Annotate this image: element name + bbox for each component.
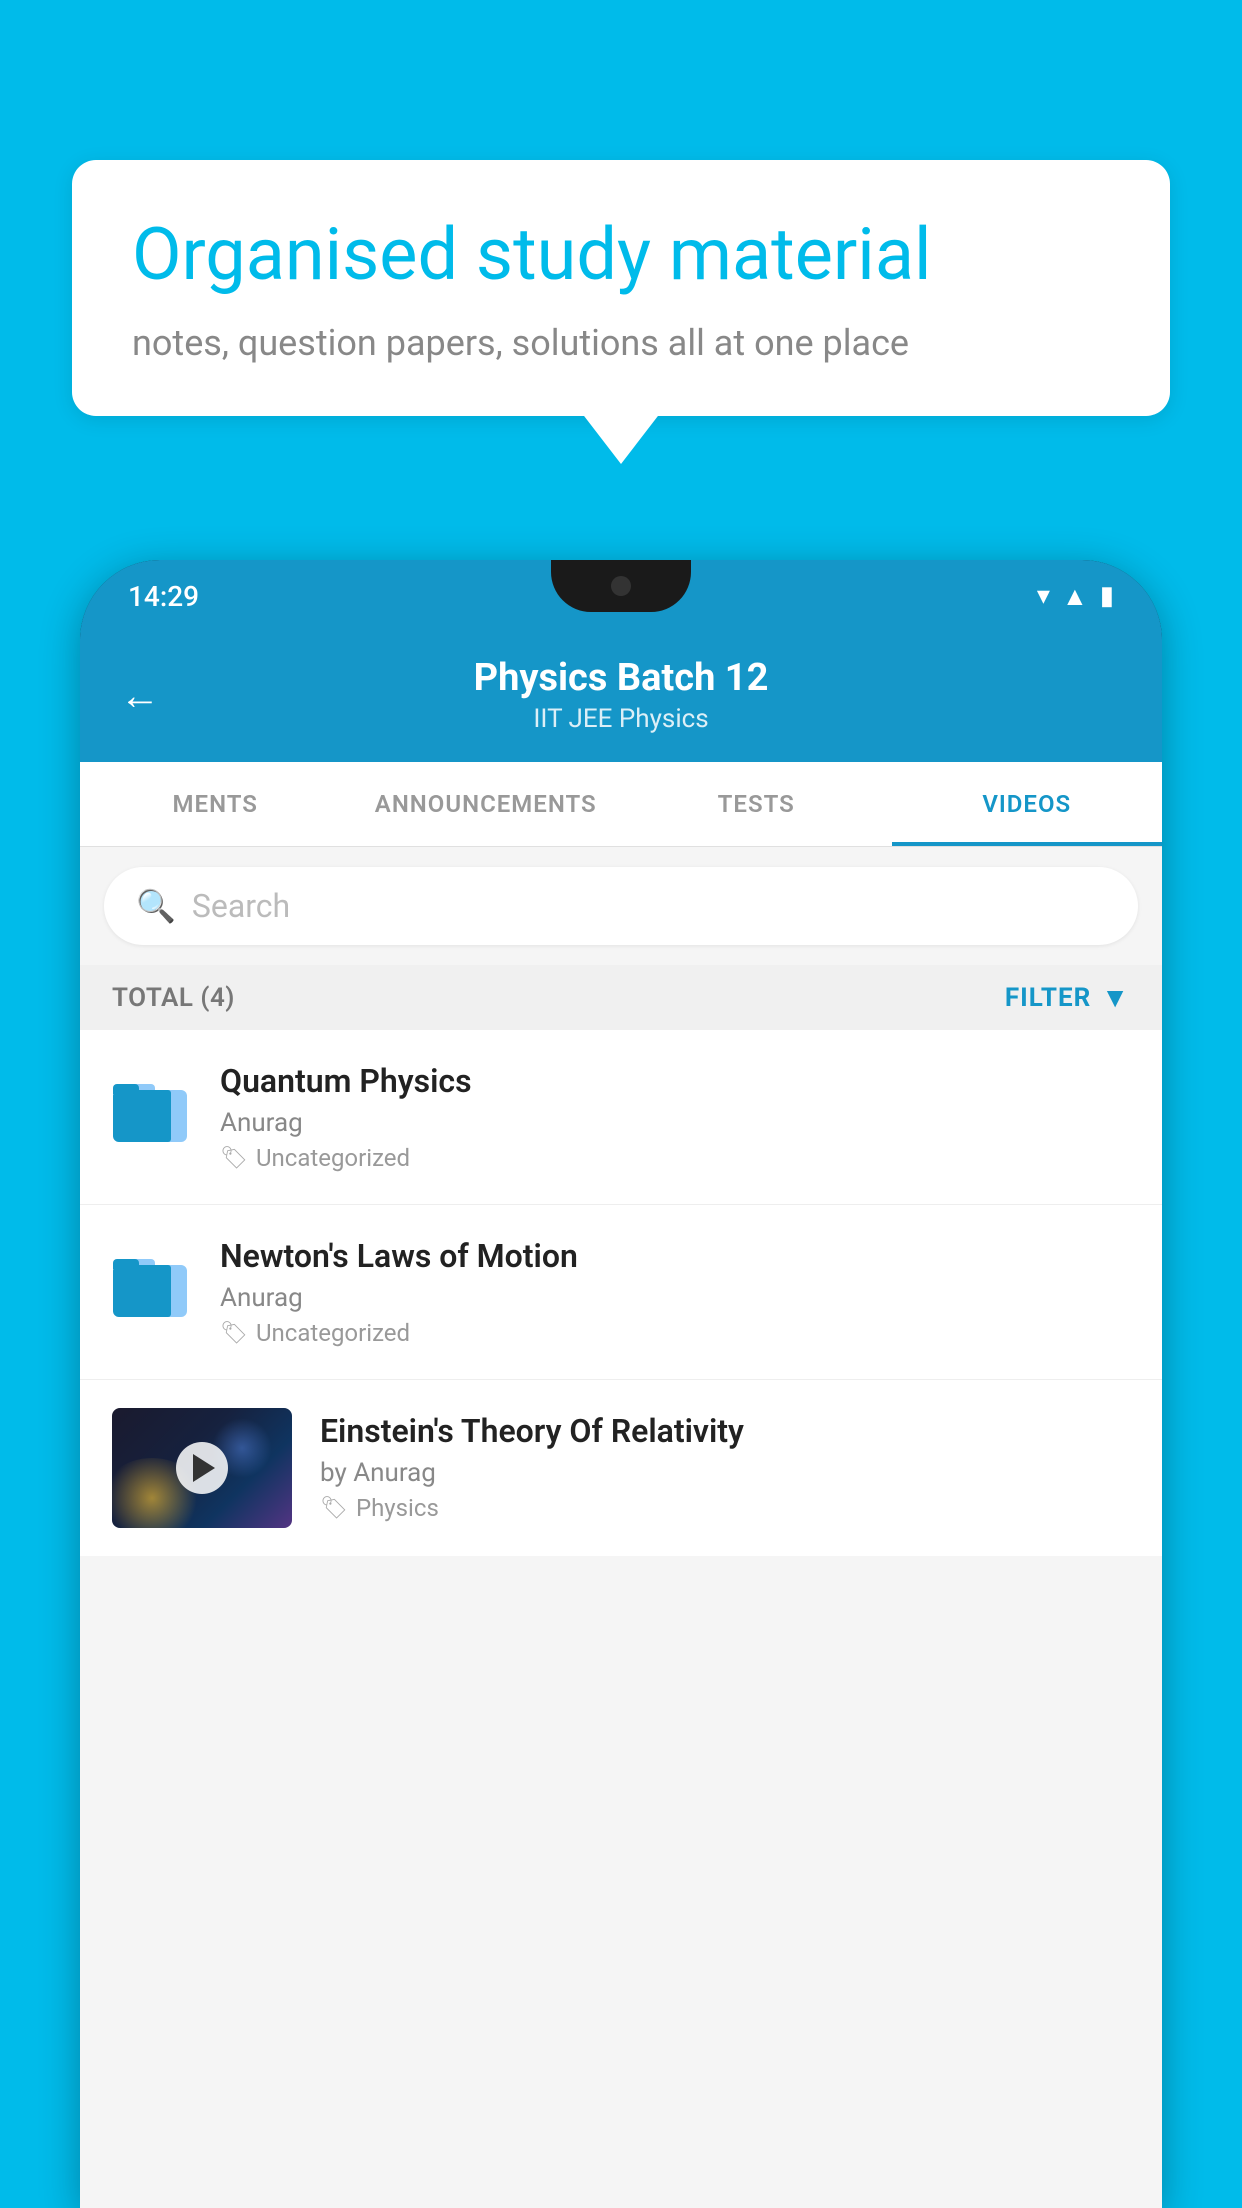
list-item[interactable]: Quantum Physics Anurag 🏷 Uncategorized	[80, 1030, 1162, 1205]
video-info-newton: Newton's Laws of Motion Anurag 🏷 Uncateg…	[220, 1237, 1130, 1347]
wifi-icon: ▾	[1037, 581, 1050, 611]
tag-icon: 🏷	[220, 1321, 248, 1346]
video-title: Einstein's Theory Of Relativity	[320, 1412, 1130, 1450]
video-tag: 🏷 Uncategorized	[220, 1144, 1130, 1172]
header-title-area: Physics Batch 12 IIT JEE Physics	[192, 656, 1050, 734]
video-author: Anurag	[220, 1283, 1130, 1313]
filter-button[interactable]: FILTER ▼	[1005, 981, 1130, 1014]
tab-bar: MENTS ANNOUNCEMENTS TESTS VIDEOS	[80, 762, 1162, 847]
video-list: Quantum Physics Anurag 🏷 Uncategorized	[80, 1030, 1162, 1556]
camera	[611, 576, 631, 596]
video-author: Anurag	[220, 1108, 1130, 1138]
search-bar[interactable]: 🔍 Search	[104, 867, 1138, 945]
phone-content: 🔍 Search TOTAL (4) FILTER ▼	[80, 847, 1162, 2208]
play-triangle-icon	[193, 1454, 215, 1482]
tab-ments[interactable]: MENTS	[80, 762, 351, 846]
folder-icon-newton	[112, 1241, 192, 1321]
video-tag: 🏷 Physics	[320, 1494, 1130, 1522]
video-author: by Anurag	[320, 1458, 1130, 1488]
status-bar: 14:29 ▾ ▲ ▮	[80, 560, 1162, 632]
filter-label: FILTER	[1005, 983, 1091, 1013]
phone-notch	[551, 560, 691, 612]
tab-tests[interactable]: TESTS	[621, 762, 892, 846]
header-subtitle: IIT JEE Physics	[192, 704, 1050, 734]
speech-bubble: Organised study material notes, question…	[72, 160, 1170, 416]
video-info-einstein: Einstein's Theory Of Relativity by Anura…	[320, 1408, 1130, 1522]
filter-icon: ▼	[1101, 981, 1130, 1014]
video-tag: 🏷 Uncategorized	[220, 1319, 1130, 1347]
bubble-title: Organised study material	[132, 212, 1110, 298]
signal-icon: ▲	[1062, 581, 1088, 612]
folder-icon-quantum	[112, 1066, 192, 1146]
total-count: TOTAL (4)	[112, 983, 235, 1013]
video-thumbnail-einstein	[112, 1408, 292, 1528]
back-button[interactable]: ←	[120, 672, 160, 719]
filter-bar: TOTAL (4) FILTER ▼	[80, 965, 1162, 1030]
list-item[interactable]: Newton's Laws of Motion Anurag 🏷 Uncateg…	[80, 1205, 1162, 1380]
bubble-subtitle: notes, question papers, solutions all at…	[132, 322, 1110, 364]
status-time: 14:29	[128, 580, 199, 613]
battery-icon: ▮	[1100, 581, 1114, 611]
tab-videos[interactable]: VIDEOS	[892, 762, 1163, 846]
header-title: Physics Batch 12	[192, 656, 1050, 700]
app-header: ← Physics Batch 12 IIT JEE Physics	[80, 632, 1162, 762]
video-title: Quantum Physics	[220, 1062, 1130, 1100]
tag-icon: 🏷	[320, 1496, 348, 1521]
video-info-quantum: Quantum Physics Anurag 🏷 Uncategorized	[220, 1062, 1130, 1172]
tag-icon: 🏷	[220, 1146, 248, 1171]
search-placeholder: Search	[192, 887, 290, 925]
tab-announcements[interactable]: ANNOUNCEMENTS	[351, 762, 622, 846]
search-icon: 🔍	[136, 887, 176, 925]
status-icons: ▾ ▲ ▮	[1037, 581, 1114, 612]
phone-frame: 14:29 ▾ ▲ ▮ ← Physics Batch 12 IIT JEE P…	[80, 560, 1162, 2208]
list-item[interactable]: Einstein's Theory Of Relativity by Anura…	[80, 1380, 1162, 1556]
play-button[interactable]	[176, 1442, 228, 1494]
video-title: Newton's Laws of Motion	[220, 1237, 1130, 1275]
